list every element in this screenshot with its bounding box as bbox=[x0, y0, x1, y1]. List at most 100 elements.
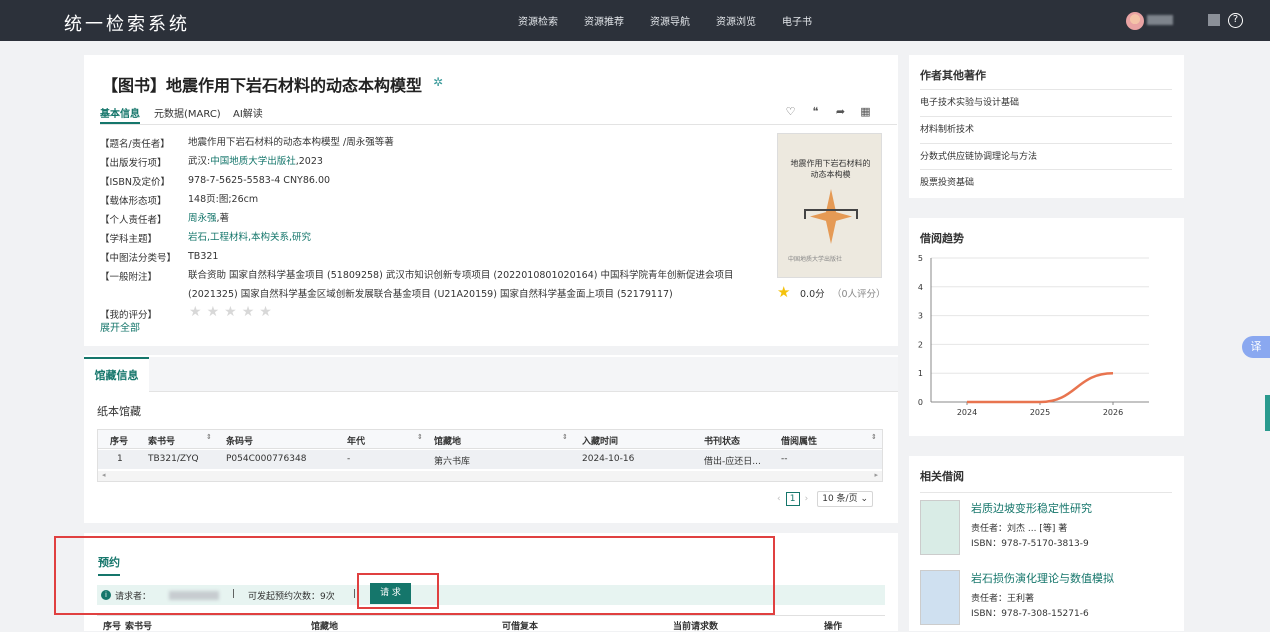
sort-icon[interactable]: ⇕ bbox=[206, 433, 212, 441]
scroll-left-icon[interactable]: ◂ bbox=[102, 471, 106, 479]
nav-resource-search[interactable]: 资源检索 bbox=[518, 13, 558, 28]
cover-publisher: 中国地质大学出版社 bbox=[788, 254, 842, 263]
tab-ai-interpret[interactable]: AI解读 bbox=[233, 105, 263, 120]
subject-link[interactable]: 岩石,工程材料,本构关系,研究 bbox=[188, 228, 768, 247]
page-size-value: 10 条/页 bbox=[822, 494, 857, 504]
user-menu-icon[interactable] bbox=[1208, 14, 1220, 26]
y-tick-label: 3 bbox=[918, 312, 923, 321]
scroll-right-icon[interactable]: ▸ bbox=[874, 471, 878, 479]
meta-key: 【个人责任者】 bbox=[100, 212, 167, 226]
user-name-redacted[interactable] bbox=[1147, 15, 1173, 25]
side-edge-tab[interactable] bbox=[1265, 395, 1270, 431]
col-year[interactable]: 年代 bbox=[347, 434, 365, 447]
sort-icon[interactable]: ⇕ bbox=[417, 433, 423, 441]
col-date[interactable]: 入藏时间 bbox=[582, 434, 618, 447]
related-item-title[interactable]: 岩质边坡变形稳定性研究 bbox=[971, 500, 1092, 516]
rating-value: 0.0分 bbox=[800, 286, 825, 300]
col-available: 可借复本 bbox=[502, 619, 538, 632]
cell-index: 1 bbox=[117, 454, 123, 464]
quote-icon[interactable]: ❝ bbox=[809, 105, 822, 118]
sort-icon[interactable]: ⇕ bbox=[871, 433, 877, 441]
related-item[interactable]: 岩质边坡变形稳定性研究 责任者：刘杰 ... [等] 著 ISBN：978-7-… bbox=[920, 500, 1180, 560]
horizontal-scrollbar[interactable]: ◂ ▸ bbox=[98, 471, 882, 481]
chevron-down-icon: ⌄ bbox=[860, 494, 868, 504]
page-size-select[interactable]: 10 条/页 ⌄ bbox=[817, 491, 873, 507]
meta-row-isbn: 【ISBN及定价】 978-7-5625-5583-4 CNY86.00 bbox=[100, 171, 770, 190]
separator: | bbox=[232, 589, 235, 599]
col-action: 操作 bbox=[824, 619, 842, 632]
related-item[interactable]: 岩石损伤演化理论与数值模拟 责任者：王利著 ISBN：978-7-308-152… bbox=[920, 570, 1180, 630]
info-icon: i bbox=[101, 590, 111, 600]
ai-sparkle-icon[interactable]: ✲ bbox=[433, 75, 443, 89]
col-index: 序号 bbox=[103, 619, 121, 632]
author-work-item[interactable]: 股票投资基础 bbox=[920, 169, 1172, 195]
expand-all-link[interactable]: 展开全部 bbox=[100, 319, 140, 334]
reservation-info-bar: i 请求者： | 可发起预约次数：9次 | bbox=[97, 585, 885, 605]
related-item-isbn: ISBN：978-7-5170-3813-9 bbox=[971, 536, 1089, 549]
trend-chart: 012345202420252026 bbox=[909, 248, 1184, 428]
author-work-item[interactable]: 分数式供应链协调理论与方法 bbox=[920, 143, 1172, 169]
tab-holdings[interactable]: 馆藏信息 bbox=[84, 357, 149, 392]
author-link[interactable]: 周永强 bbox=[188, 213, 217, 224]
cell-loan-type: -- bbox=[781, 454, 788, 464]
rating-star-icon[interactable]: ★ bbox=[259, 304, 272, 320]
tab-marc[interactable]: 元数据(MARC) bbox=[154, 105, 221, 120]
sort-icon[interactable]: ⇕ bbox=[562, 433, 568, 441]
meta-row-author: 【个人责任者】 周永强,著 bbox=[100, 209, 770, 228]
holdings-panel: 馆藏信息 纸本馆藏 序号 索书号 ⇕ 条码号 年代 ⇕ 馆藏地 ⇕ 入藏时间 书… bbox=[84, 355, 898, 523]
table-row[interactable]: 1 TB321/ZYQ P054C000776348 - 第六书库 2024-1… bbox=[98, 450, 882, 469]
col-barcode[interactable]: 条码号 bbox=[226, 434, 253, 447]
col-status[interactable]: 书刊状态 bbox=[704, 434, 740, 447]
rating-star-icon[interactable]: ★ bbox=[242, 304, 255, 320]
meta-row-publisher: 【出版发行项】 武汉:中国地质大学出版社,2023 bbox=[100, 152, 770, 171]
meta-key: 【中图法分类号】 bbox=[100, 250, 176, 264]
related-item-author: 责任者：刘杰 ... [等] 著 bbox=[971, 521, 1067, 534]
translate-button[interactable]: 译 bbox=[1242, 336, 1270, 358]
book-cover[interactable]: 地震作用下岩石材料的动态本构模 中国地质大学出版社 bbox=[777, 133, 882, 278]
next-page-icon[interactable]: › bbox=[805, 494, 809, 504]
page-number[interactable]: 1 bbox=[786, 492, 800, 506]
publisher-link[interactable]: 中国地质大学出版社 bbox=[210, 156, 296, 167]
reservation-title: 预约 bbox=[98, 554, 120, 570]
author-works-title: 作者其他著作 bbox=[920, 67, 986, 83]
divider bbox=[920, 492, 1172, 493]
share-icon[interactable]: ➦ bbox=[834, 105, 847, 118]
col-location[interactable]: 馆藏地 bbox=[434, 434, 461, 447]
cell-date: 2024-10-16 bbox=[582, 454, 634, 464]
rating-star-icon[interactable]: ★ bbox=[224, 304, 237, 320]
qrcode-icon[interactable]: ▦ bbox=[859, 105, 872, 118]
col-callno[interactable]: 索书号 bbox=[148, 434, 175, 447]
help-icon[interactable]: ? bbox=[1228, 13, 1243, 28]
author-work-item[interactable]: 材料制析技术 bbox=[920, 116, 1172, 142]
related-item-title[interactable]: 岩石损伤演化理论与数值模拟 bbox=[971, 570, 1114, 586]
meta-key: 【一般附注】 bbox=[100, 269, 157, 283]
related-cover[interactable] bbox=[920, 570, 960, 625]
col-loan-type[interactable]: 借阅属性 bbox=[781, 434, 817, 447]
related-item-author: 责任者：王利著 bbox=[971, 591, 1034, 604]
tab-basic-info[interactable]: 基本信息 bbox=[100, 105, 140, 120]
meta-key: 【载体形态项】 bbox=[100, 193, 167, 207]
my-rating-stars[interactable]: ★ ★ ★ ★ ★ bbox=[189, 304, 272, 320]
y-tick-label: 5 bbox=[918, 254, 923, 263]
meta-row-title: 【题名/责任者】 地震作用下岩石材料的动态本构模型 /周永强等著 bbox=[100, 133, 770, 152]
nav-resource-navigation[interactable]: 资源导航 bbox=[650, 13, 690, 28]
rating-star-icon[interactable]: ★ bbox=[189, 304, 202, 320]
user-avatar[interactable] bbox=[1126, 12, 1144, 30]
x-tick-label: 2025 bbox=[1030, 408, 1050, 417]
rating-star-icon[interactable]: ★ bbox=[207, 304, 220, 320]
related-title: 相关借阅 bbox=[920, 468, 964, 484]
nav-resource-browse[interactable]: 资源浏览 bbox=[716, 13, 756, 28]
author-other-works-panel: 作者其他著作 电子技术实验与设计基础 材料制析技术 分数式供应链协调理论与方法 … bbox=[909, 55, 1184, 198]
nav-resource-recommend[interactable]: 资源推荐 bbox=[584, 13, 624, 28]
separator: | bbox=[353, 589, 356, 599]
book-detail-panel: 【图书】地震作用下岩石材料的动态本构模型 ✲ 基本信息 元数据(MARC) AI… bbox=[84, 55, 898, 346]
nav-ebook[interactable]: 电子书 bbox=[782, 13, 812, 28]
favorite-icon[interactable]: ♡ bbox=[784, 105, 797, 118]
prev-page-icon[interactable]: ‹ bbox=[777, 494, 781, 504]
reservation-table-header: 序号 索书号 馆藏地 可借复本 当前请求数 操作 bbox=[97, 615, 885, 631]
y-tick-label: 0 bbox=[918, 398, 923, 407]
brand-title[interactable]: 统一检索系统 bbox=[64, 10, 190, 36]
related-cover[interactable] bbox=[920, 500, 960, 555]
author-work-item[interactable]: 电子技术实验与设计基础 bbox=[920, 89, 1172, 115]
request-button[interactable]: 请 求 bbox=[370, 583, 411, 604]
